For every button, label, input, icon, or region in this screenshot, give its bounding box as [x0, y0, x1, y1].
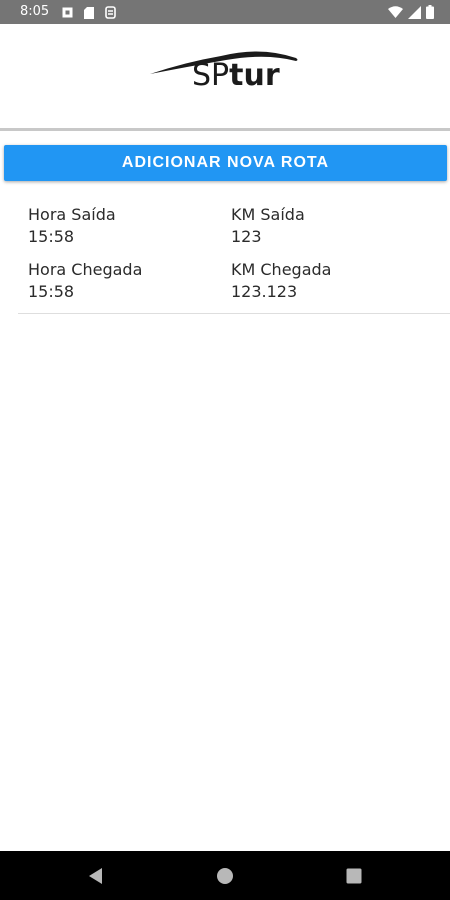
- km-chegada-field: KM Chegada 123.123: [231, 259, 331, 303]
- cell-signal-icon: [408, 5, 421, 19]
- km-saida-value: 123: [231, 227, 262, 246]
- recents-button[interactable]: [341, 863, 367, 889]
- battery-icon: [426, 5, 434, 19]
- route-list-item[interactable]: Hora Saída 15:58 KM Saída 123 Hora Chega…: [18, 196, 450, 314]
- hora-chegada-field: Hora Chegada 15:58: [28, 259, 142, 303]
- hora-chegada-label: Hora Chegada: [28, 260, 143, 279]
- status-left-icons: [62, 6, 116, 19]
- home-button[interactable]: [212, 863, 238, 889]
- app-screen: 8:05 SPtur ADICIONAR NOVA ROTA Hora Saíd…: [0, 0, 450, 900]
- sync-badge-icon: [105, 6, 116, 19]
- hora-saida-field: Hora Saída 15:58: [28, 204, 116, 248]
- status-bar: 8:05: [0, 0, 450, 24]
- add-route-button[interactable]: ADICIONAR NOVA ROTA: [4, 145, 447, 181]
- back-button[interactable]: [82, 863, 108, 889]
- header-divider: [0, 128, 450, 131]
- km-chegada-label: KM Chegada: [231, 260, 332, 279]
- logo-text: SPtur: [192, 56, 280, 96]
- sd-card-icon: [84, 6, 94, 19]
- logo-text-tur: tur: [229, 58, 280, 93]
- route-divider: [18, 313, 450, 314]
- km-saida-label: KM Saída: [231, 205, 305, 224]
- back-icon: [89, 868, 102, 884]
- km-chegada-value: 123.123: [231, 282, 298, 301]
- status-time: 8:05: [20, 4, 50, 19]
- hora-chegada-value: 15:58: [28, 282, 75, 301]
- home-icon: [217, 868, 233, 884]
- notification-square-icon: [62, 7, 73, 18]
- logo-text-sp: SP: [192, 58, 230, 93]
- wifi-icon: [388, 5, 403, 19]
- recents-icon: [346, 868, 362, 884]
- system-nav-bar: [0, 851, 450, 900]
- status-right-icons: [388, 5, 434, 19]
- hora-saida-label: Hora Saída: [28, 205, 116, 224]
- header-logo-area: SPtur: [0, 24, 450, 128]
- hora-saida-value: 15:58: [28, 227, 75, 246]
- sptur-logo: SPtur: [146, 44, 306, 104]
- km-saida-field: KM Saída 123: [231, 204, 305, 248]
